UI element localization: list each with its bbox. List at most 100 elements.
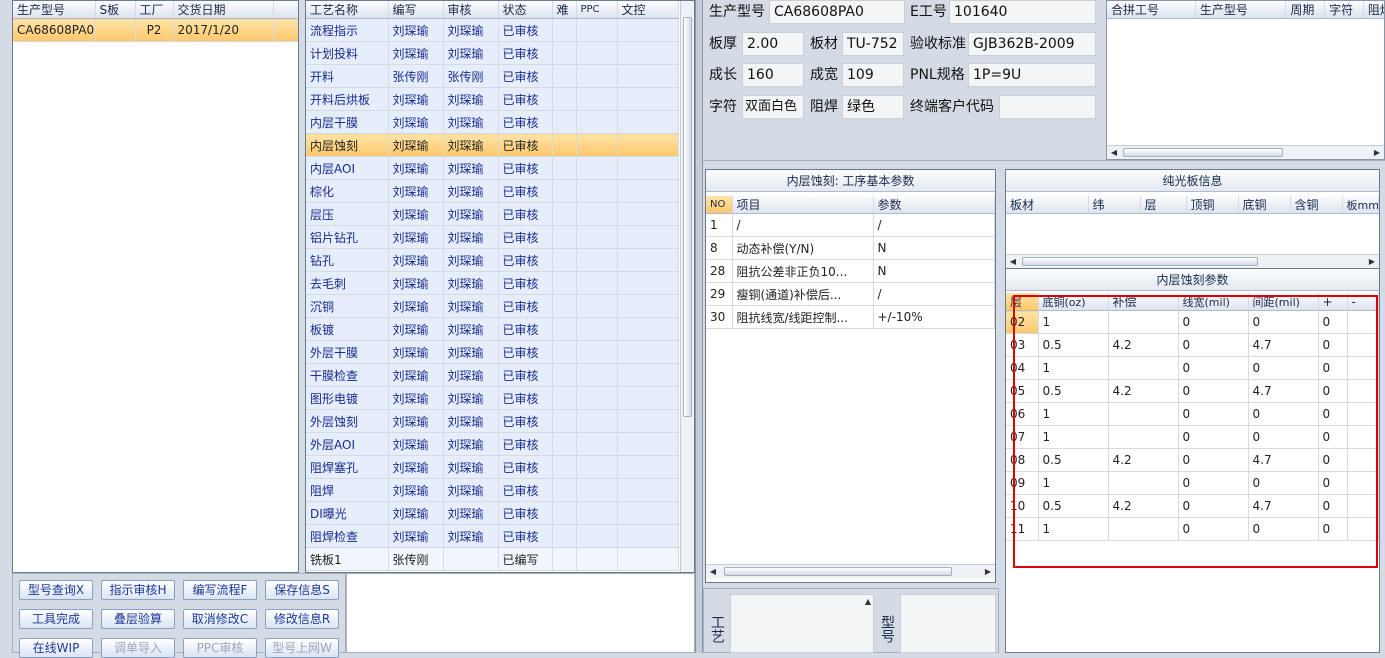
field-model[interactable]: CA68608PA0 xyxy=(769,0,905,24)
etch-params-panel[interactable]: 内层蚀刻参数 层 底铜(oz) 补偿 线宽(mil) 间距(mil) + - 0… xyxy=(1005,269,1380,653)
process-row[interactable]: 铝片钻孔 刘琛瑜 刘琛瑜 已审核 xyxy=(306,225,679,249)
orders-col-s[interactable]: S板 xyxy=(95,1,136,19)
field-pnl[interactable]: 1P=9U xyxy=(968,63,1096,87)
param-row[interactable]: 1// xyxy=(706,213,995,237)
bare-hscroll-thumb[interactable] xyxy=(1022,257,1258,266)
online-wip-button[interactable]: 在线WIP xyxy=(19,638,93,658)
bare-col-material[interactable]: 板材 xyxy=(1006,196,1089,214)
scroll-left-icon[interactable]: ◀ xyxy=(1107,146,1121,159)
process-notes[interactable]: ▲ xyxy=(730,594,874,653)
edit-flow-button[interactable]: 编写流程F xyxy=(183,580,257,600)
process-row[interactable]: 开料后烘板 刘琛瑜 刘琛瑜 已审核 xyxy=(306,87,679,111)
process-row[interactable]: 内层蚀刻 刘琛瑜 刘琛瑜 已审核 xyxy=(306,133,679,157)
proc-col-doc[interactable]: 文控 xyxy=(617,1,679,19)
model-notes[interactable] xyxy=(900,594,996,653)
process-row[interactable]: 铣板1 张传刚 已编写 xyxy=(306,547,679,571)
scroll-right-icon[interactable]: ▶ xyxy=(1370,146,1384,159)
etch-col-layer[interactable]: 层 xyxy=(1006,293,1039,311)
process-row[interactable]: 开料 张传刚 张传刚 已审核 xyxy=(306,64,679,88)
etch-col-plus[interactable]: + xyxy=(1318,293,1348,311)
proc-col-reviewer[interactable]: 审核 xyxy=(443,1,499,19)
combine-col-cycle[interactable]: 周期 xyxy=(1285,1,1326,19)
scroll-right-icon[interactable]: ▶ xyxy=(981,565,995,578)
field-customer[interactable] xyxy=(999,95,1096,119)
orders-row[interactable]: CA68608PA0 P2 2017/1/20 xyxy=(13,18,298,42)
process-row[interactable]: 棕化 刘琛瑜 刘琛瑜 已审核 xyxy=(306,179,679,203)
scroll-up-icon[interactable]: ▲ xyxy=(865,597,871,606)
bare-hscroll[interactable]: ◀ ▶ xyxy=(1006,254,1379,268)
save-info-button[interactable]: 保存信息S xyxy=(265,580,339,600)
field-thickness[interactable]: 2.00 xyxy=(742,32,804,56)
params-hscroll[interactable]: ◀ ▶ xyxy=(706,564,995,578)
combine-col-char[interactable]: 字符 xyxy=(1324,1,1364,19)
etch-row[interactable]: 02 1 0 0 0 xyxy=(1006,310,1379,334)
process-row[interactable]: 沉铜 刘琛瑜 刘琛瑜 已审核 xyxy=(306,294,679,318)
process-row[interactable]: 外层AOI 刘琛瑜 刘琛瑜 已审核 xyxy=(306,432,679,456)
process-row[interactable]: 内层AOI 刘琛瑜 刘琛瑜 已审核 xyxy=(306,156,679,180)
bare-col-bottom-cu[interactable]: 底铜 xyxy=(1238,196,1291,214)
combine-col-model[interactable]: 生产型号 xyxy=(1195,1,1287,19)
proc-col-difficulty[interactable]: 难 xyxy=(552,1,577,19)
modify-info-button[interactable]: 修改信息R xyxy=(265,609,339,629)
params-hscroll-thumb[interactable] xyxy=(724,567,952,576)
cancel-edit-button[interactable]: 取消修改C xyxy=(183,609,257,629)
scroll-left-icon[interactable]: ◀ xyxy=(1006,255,1020,268)
review-instruction-button[interactable]: 指示审核H xyxy=(101,580,175,600)
param-row[interactable]: 8 动态补偿(Y/N) N xyxy=(706,236,995,260)
orders-col-date[interactable]: 交货日期 xyxy=(173,1,274,19)
etch-row[interactable]: 11 1 0 0 0 xyxy=(1006,517,1379,541)
process-row[interactable]: 板镀 刘琛瑜 刘琛瑜 已审核 xyxy=(306,317,679,341)
params-col-item[interactable]: 项目 xyxy=(732,196,874,214)
field-mask[interactable]: 绿色 xyxy=(842,95,904,119)
bare-col-weft[interactable]: 纬 xyxy=(1088,196,1141,214)
process-row[interactable]: 图形电镀 刘琛瑜 刘琛瑜 已审核 xyxy=(306,386,679,410)
process-row[interactable]: 外层蚀刻 刘琛瑜 刘琛瑜 已审核 xyxy=(306,409,679,433)
tool-complete-button[interactable]: 工具完成 xyxy=(19,609,93,629)
model-query-button[interactable]: 型号查询X xyxy=(19,580,93,600)
proc-col-writer[interactable]: 编写 xyxy=(388,1,444,19)
etch-row[interactable]: 10 0.5 4.2 0 4.7 0 xyxy=(1006,494,1379,518)
etch-col-comp[interactable]: 补偿 xyxy=(1108,293,1179,311)
etch-row[interactable]: 03 0.5 4.2 0 4.7 0 xyxy=(1006,333,1379,357)
process-row[interactable]: 阻焊塞孔 刘琛瑜 刘琛瑜 已审核 xyxy=(306,455,679,479)
etch-col-base-cu[interactable]: 底铜(oz) xyxy=(1038,293,1109,311)
field-width[interactable]: 109 xyxy=(842,63,904,87)
orders-col-factory[interactable]: 工厂 xyxy=(135,1,174,19)
process-row[interactable]: 内层干膜 刘琛瑜 刘琛瑜 已审核 xyxy=(306,110,679,134)
field-material[interactable]: TU-752 xyxy=(842,32,904,56)
bare-board-panel[interactable]: 纯光板信息 板材 纬 层 顶铜 底铜 含铜 板mm ◀ ▶ xyxy=(1005,169,1380,269)
scroll-right-icon[interactable]: ▶ xyxy=(1365,255,1379,268)
process-row[interactable]: 钻孔 刘琛瑜 刘琛瑜 已审核 xyxy=(306,248,679,272)
etch-row[interactable]: 04 1 0 0 0 xyxy=(1006,356,1379,380)
process-vscroll-thumb[interactable] xyxy=(683,17,692,417)
process-row[interactable]: 流程指示 刘琛瑜 刘琛瑜 已审核 xyxy=(306,18,679,42)
process-row[interactable]: 去毛刺 刘琛瑜 刘琛瑜 已审核 xyxy=(306,271,679,295)
process-row[interactable]: 外层干膜 刘琛瑜 刘琛瑜 已审核 xyxy=(306,340,679,364)
bare-col-top-cu[interactable]: 顶铜 xyxy=(1186,196,1239,214)
stack-check-button[interactable]: 叠层验算 xyxy=(101,609,175,629)
param-row[interactable]: 28 阻抗公差非正负10... N xyxy=(706,259,995,283)
param-row[interactable]: 29 瘦铜(通道)补偿后... / xyxy=(706,282,995,306)
etch-row[interactable]: 07 1 0 0 0 xyxy=(1006,425,1379,449)
etch-row[interactable]: 05 0.5 4.2 0 4.7 0 xyxy=(1006,379,1379,403)
import-order-button[interactable]: 调单导入 xyxy=(101,638,175,658)
field-char[interactable]: 双面白色 xyxy=(742,95,804,119)
process-row[interactable]: DI曝光 刘琛瑜 刘琛瑜 已审核 xyxy=(306,501,679,525)
process-row[interactable]: 计划投料 刘琛瑜 刘琛瑜 已审核 xyxy=(306,41,679,65)
field-e-no[interactable]: 101640 xyxy=(949,0,1096,24)
model-online-button[interactable]: 型号上网W xyxy=(265,638,339,658)
proc-col-status[interactable]: 状态 xyxy=(498,1,553,19)
etch-col-spacing[interactable]: 间距(mil) xyxy=(1248,293,1319,311)
etch-row[interactable]: 08 0.5 4.2 0 4.7 0 xyxy=(1006,448,1379,472)
combine-grid[interactable]: 合拼工号 生产型号 周期 字符 阻焊 ◀ ▶ xyxy=(1106,0,1385,160)
field-length[interactable]: 160 xyxy=(742,63,804,87)
bare-col-with-cu[interactable]: 含铜 xyxy=(1290,196,1343,214)
params-col-value[interactable]: 参数 xyxy=(873,196,995,214)
etch-row[interactable]: 06 1 0 0 0 xyxy=(1006,402,1379,426)
params-panel[interactable]: 内层蚀刻: 工序基本参数 NO 项目 参数 1//8 动态补偿(Y/N) N 28 阻抗… xyxy=(705,169,996,583)
ppc-review-button[interactable]: PPC审核 xyxy=(183,638,257,658)
bare-col-thickness[interactable]: 板mm xyxy=(1342,196,1379,214)
process-row[interactable]: 干膜检查 刘琛瑜 刘琛瑜 已审核 xyxy=(306,363,679,387)
scroll-left-icon[interactable]: ◀ xyxy=(706,565,720,578)
process-row[interactable]: 阻焊 刘琛瑜 刘琛瑜 已审核 xyxy=(306,478,679,502)
